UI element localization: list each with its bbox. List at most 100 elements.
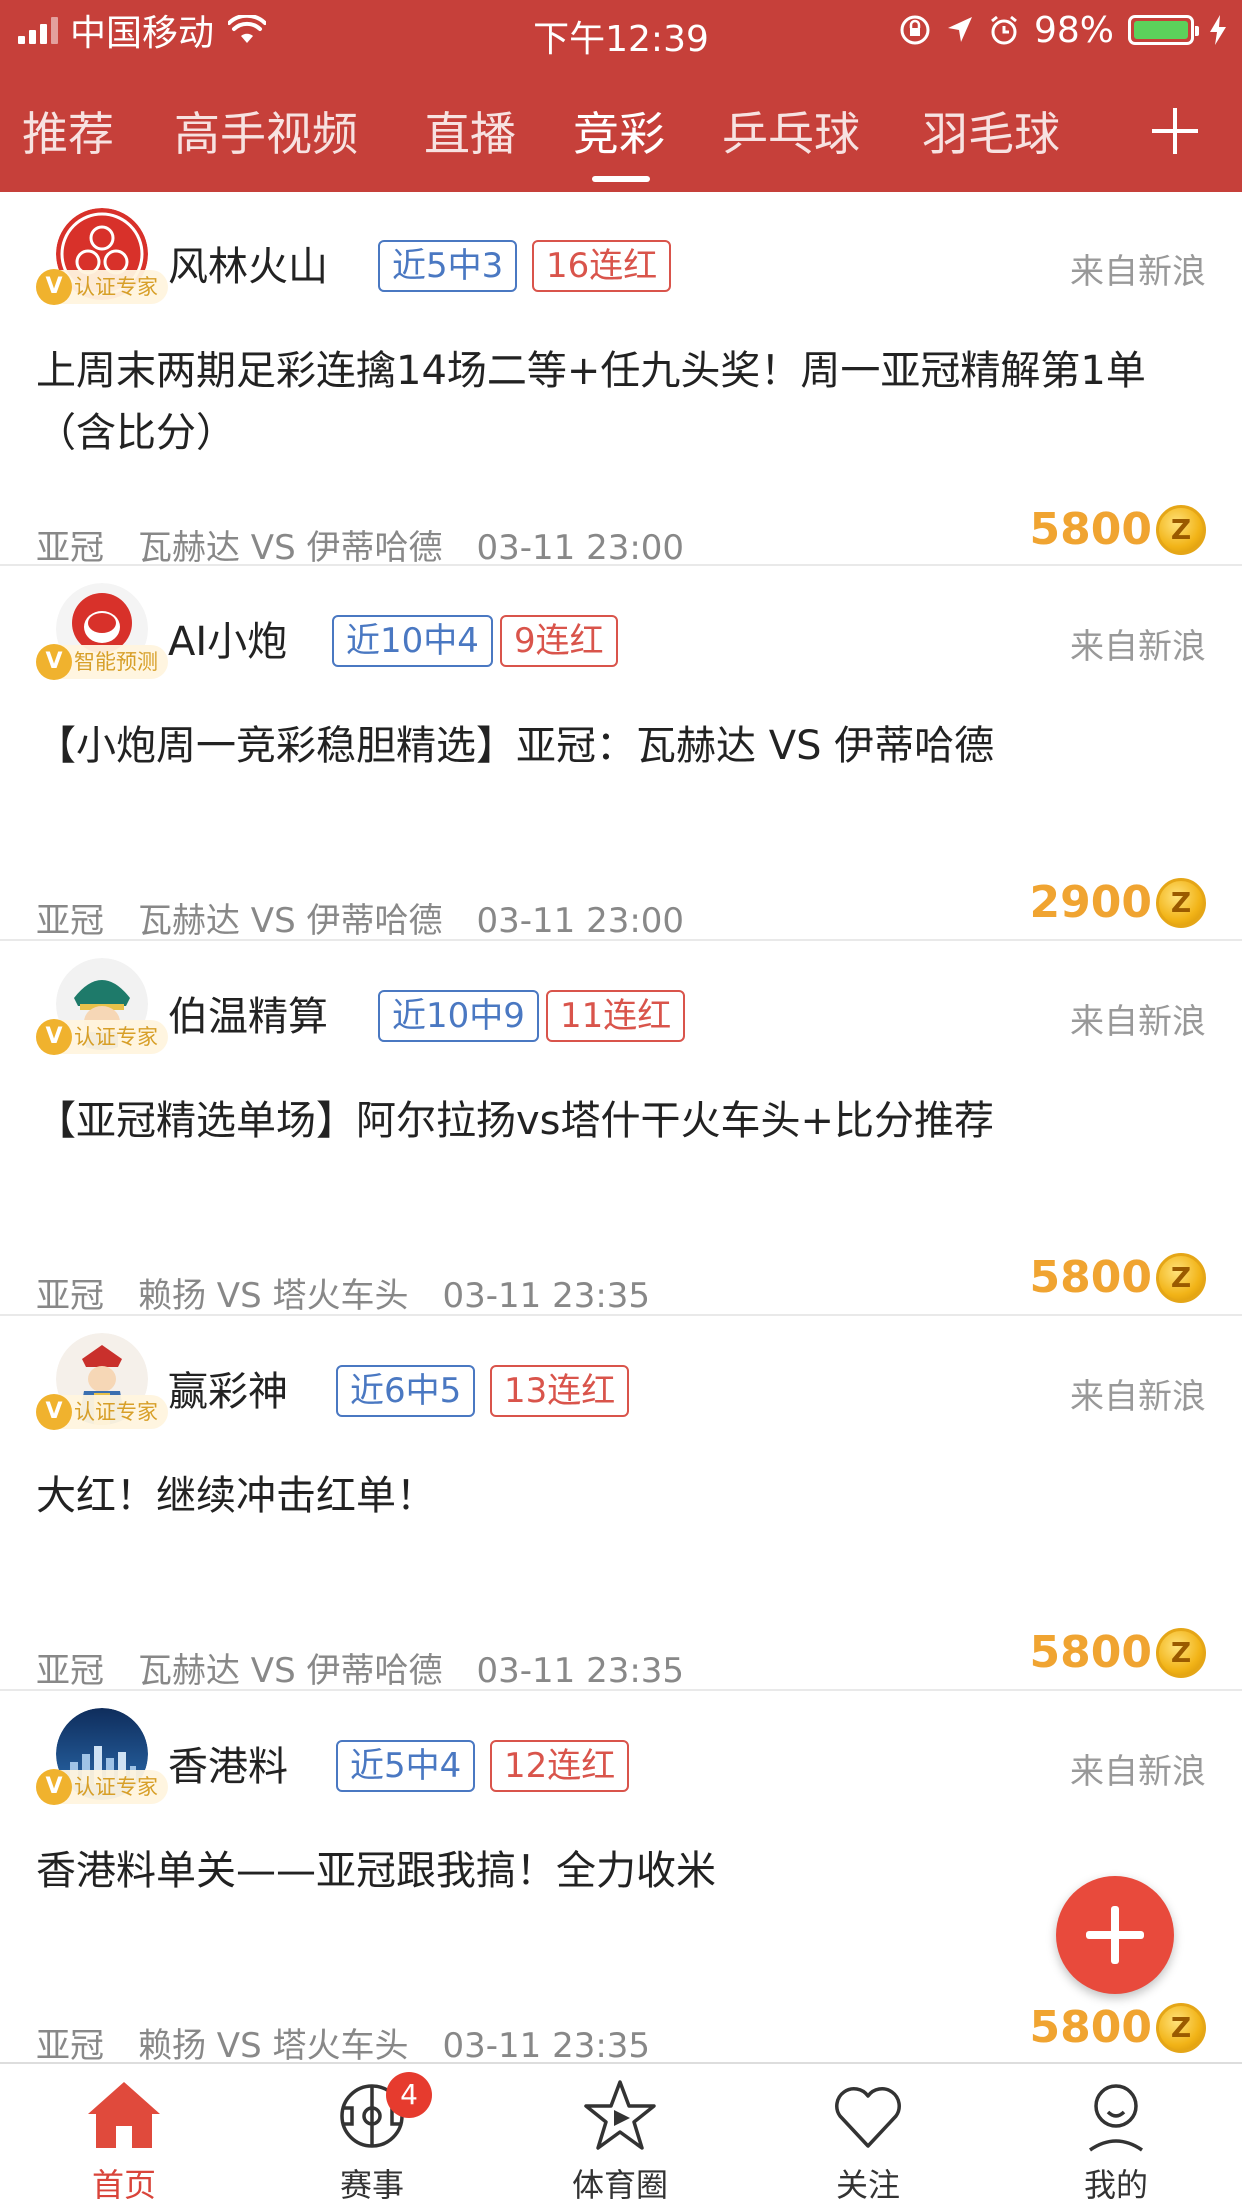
nav-home[interactable]: 首页 xyxy=(0,2076,248,2206)
source-label: 来自新浪 xyxy=(1070,627,1206,667)
price: 5800 Z xyxy=(1030,1252,1206,1303)
league: 亚冠 xyxy=(36,1276,104,1316)
coin-icon: Z xyxy=(1156,877,1206,928)
tip-title[interactable]: 【小炮周一竞彩稳胆精选】亚冠：瓦赫达 VS 伊蒂哈德 xyxy=(36,715,1206,777)
heart-icon xyxy=(835,2087,901,2148)
tip-card[interactable]: V 认证专家 香港料 近5中4 12连红 来自新浪 香港料单关——亚冠跟我搞！全力… xyxy=(0,1692,1242,2066)
match-time: 03-11 23:00 xyxy=(476,901,685,941)
tip-title[interactable]: 上周末两期足彩连擒14场二等+任九头奖！周一亚冠精解第1单（含比分） xyxy=(36,340,1206,464)
source-label: 来自新浪 xyxy=(1070,1377,1206,1417)
match: 瓦赫达 VS 伊蒂哈德 xyxy=(138,1651,443,1691)
record-tag: 近6中5 xyxy=(336,1365,476,1417)
verified-badge: V 认证专家 xyxy=(36,1394,168,1430)
league: 亚冠 xyxy=(36,528,104,568)
author-name[interactable]: 风林火山 xyxy=(168,234,328,292)
author-name[interactable]: 赢彩神 xyxy=(168,1359,288,1417)
app-header: 中国移动 下午12:39 98% 推荐 高手视频 直播 竞彩 乒乓球 羽毛球 xyxy=(0,0,1242,192)
tip-title[interactable]: 香港料单关——亚冠跟我搞！全力收米 xyxy=(36,1840,1206,1902)
streak-tag: 9连红 xyxy=(500,615,618,667)
nav-label: 赛事 xyxy=(339,2166,404,2204)
record-tag: 近5中3 xyxy=(378,240,518,292)
record-tag: 近10中9 xyxy=(378,990,539,1042)
person-icon xyxy=(1089,2084,1143,2152)
active-tab-indicator xyxy=(592,176,650,182)
tab-badminton[interactable]: 羽毛球 xyxy=(922,98,1060,164)
price-amount: 5800 xyxy=(1029,504,1152,555)
add-channel-icon[interactable] xyxy=(1152,108,1198,154)
star-play-icon xyxy=(584,2080,656,2150)
price-amount: 2900 xyxy=(1029,877,1152,928)
nav-matches[interactable]: 4 赛事 xyxy=(248,2072,496,2206)
verified-badge: V 认证专家 xyxy=(36,1019,168,1055)
charging-icon xyxy=(1210,15,1226,45)
verified-badge: V 智能预测 xyxy=(36,644,168,680)
tip-title[interactable]: 大红！继续冲击红单！ xyxy=(36,1465,1206,1527)
status-bar: 中国移动 下午12:39 98% xyxy=(0,0,1242,60)
match-time: 03-11 23:00 xyxy=(476,528,685,568)
streak-tag: 13连红 xyxy=(490,1365,630,1417)
source-label: 来自新浪 xyxy=(1070,1002,1206,1042)
match-meta: 亚冠 瓦赫达 VS 伊蒂哈德 03-11 23:00 xyxy=(36,520,718,569)
tab-recommend[interactable]: 推荐 xyxy=(22,98,114,164)
match-time: 03-11 23:35 xyxy=(476,1651,685,1691)
league: 亚冠 xyxy=(36,2026,104,2066)
tip-title[interactable]: 【亚冠精选单场】阿尔拉扬vs塔什干火车头+比分推荐 xyxy=(36,1090,1206,1152)
match: 瓦赫达 VS 伊蒂哈德 xyxy=(138,528,443,568)
tab-expert-video[interactable]: 高手视频 xyxy=(174,98,358,164)
streak-tag: 12连红 xyxy=(490,1740,630,1792)
match-meta: 亚冠 瓦赫达 VS 伊蒂哈德 03-11 23:00 xyxy=(36,893,718,942)
author-name[interactable]: 香港料 xyxy=(168,1734,288,1792)
price-amount: 5800 xyxy=(1029,1252,1152,1303)
coin-icon: Z xyxy=(1156,504,1206,555)
location-icon xyxy=(947,17,972,42)
coin-icon: Z xyxy=(1156,2002,1206,2053)
match-meta: 亚冠 赖扬 VS 塔火车头 03-11 23:35 xyxy=(36,1268,684,1317)
tip-card[interactable]: V 认证专家 风林火山 近5中3 16连红 来自新浪 上周末两期足彩连擒14场二等… xyxy=(0,192,1242,569)
author-name[interactable]: AI小炮 xyxy=(168,609,287,667)
league: 亚冠 xyxy=(36,1651,104,1691)
coin-icon: Z xyxy=(1156,1627,1206,1678)
price: 5800 Z xyxy=(1030,2002,1206,2053)
battery-icon xyxy=(1128,15,1199,45)
verified-badge: V 认证专家 xyxy=(36,269,168,305)
streak-tag: 11连红 xyxy=(546,990,686,1042)
match: 赖扬 VS 塔火车头 xyxy=(138,1276,409,1316)
nav-label: 体育圈 xyxy=(571,2166,668,2204)
publish-plus-button[interactable] xyxy=(1056,1876,1174,1994)
price: 2900 Z xyxy=(1030,877,1206,928)
record-tag: 近10中4 xyxy=(332,615,493,667)
tab-jingcai[interactable]: 竞彩 xyxy=(573,98,665,164)
nav-follow[interactable]: 关注 xyxy=(744,2076,992,2206)
source-label: 来自新浪 xyxy=(1070,1752,1206,1792)
status-right: 98% xyxy=(898,9,1228,51)
tip-card[interactable]: V 认证专家 伯温精算 近10中9 11连红 来自新浪 【亚冠精选单场】阿尔拉扬v… xyxy=(0,942,1242,1316)
match: 瓦赫达 VS 伊蒂哈德 xyxy=(138,901,443,941)
nav-me[interactable]: 我的 xyxy=(992,2076,1240,2206)
nav-label: 关注 xyxy=(835,2166,900,2204)
tab-table-tennis[interactable]: 乒乓球 xyxy=(722,98,860,164)
battery-percent: 98% xyxy=(1033,9,1114,51)
home-icon xyxy=(88,2082,160,2148)
author-name[interactable]: 伯温精算 xyxy=(168,984,328,1042)
streak-tag: 16连红 xyxy=(532,240,672,292)
source-label: 来自新浪 xyxy=(1070,252,1206,292)
match-time: 03-11 23:35 xyxy=(442,1276,651,1316)
price: 5800 Z xyxy=(1030,504,1206,555)
match-meta: 亚冠 瓦赫达 VS 伊蒂哈德 03-11 23:35 xyxy=(36,1643,718,1692)
price-amount: 5800 xyxy=(1029,1627,1152,1678)
tab-live[interactable]: 直播 xyxy=(424,98,516,164)
match: 赖扬 VS 塔火车头 xyxy=(138,2026,409,2066)
verified-badge: V 认证专家 xyxy=(36,1769,168,1805)
tip-card[interactable]: V 认证专家 赢彩神 近6中5 13连红 来自新浪 大红！继续冲击红单！ 亚冠 瓦赫… xyxy=(0,1317,1242,1691)
channel-tabs: 推荐 高手视频 直播 竞彩 乒乓球 羽毛球 xyxy=(0,88,1242,188)
tip-card[interactable]: V 智能预测 AI小炮 近10中4 9连红 来自新浪 【小炮周一竞彩稳胆精选】亚冠… xyxy=(0,567,1242,941)
alarm-icon xyxy=(991,15,1017,45)
orientation-lock-icon xyxy=(900,15,930,45)
record-tag: 近5中4 xyxy=(336,1740,476,1792)
bottom-tab-bar: 首页 4 赛事 体育圈 关注 我的 xyxy=(0,2062,1242,2208)
nav-label: 我的 xyxy=(1083,2166,1148,2204)
notification-badge: 4 xyxy=(386,2072,432,2118)
coin-icon: Z xyxy=(1156,1252,1206,1303)
price-amount: 5800 xyxy=(1029,2002,1152,2053)
nav-sports-circle[interactable]: 体育圈 xyxy=(496,2076,744,2206)
